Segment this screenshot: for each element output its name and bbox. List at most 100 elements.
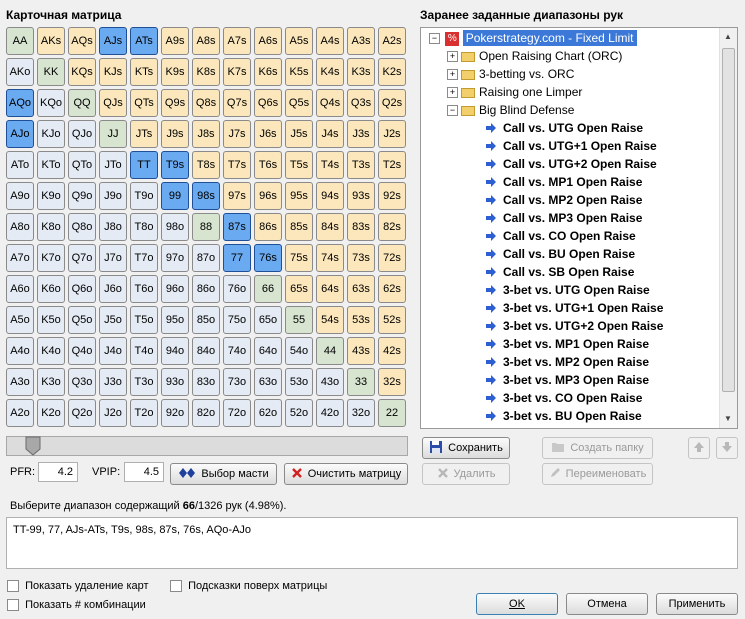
matrix-cell-64s[interactable]: 64s xyxy=(316,275,344,303)
matrix-cell-99[interactable]: 99 xyxy=(161,182,189,210)
matrix-cell-T3s[interactable]: T3s xyxy=(347,151,375,179)
slider-thumb[interactable] xyxy=(24,436,42,456)
matrix-cell-K5s[interactable]: K5s xyxy=(285,58,313,86)
move-up-button[interactable] xyxy=(688,437,710,459)
matrix-cell-A5s[interactable]: A5s xyxy=(285,27,313,55)
matrix-cell-87o[interactable]: 87o xyxy=(192,244,220,272)
tree-range-item[interactable]: Call vs. UTG+1 Open Raise xyxy=(485,137,657,155)
matrix-cell-K7o[interactable]: K7o xyxy=(37,244,65,272)
matrix-cell-Q4s[interactable]: Q4s xyxy=(316,89,344,117)
matrix-cell-43o[interactable]: 43o xyxy=(316,368,344,396)
matrix-cell-87s[interactable]: 87s xyxy=(223,213,251,241)
tree-range-item[interactable]: Call vs. UTG Open Raise xyxy=(485,119,643,137)
tree-range-item[interactable]: 3-bet vs. UTG+1 Open Raise xyxy=(485,299,663,317)
hints-checkbox-row[interactable]: Подсказки поверх матрицы xyxy=(170,580,327,593)
matrix-cell-96o[interactable]: 96o xyxy=(161,275,189,303)
matrix-cell-J9o[interactable]: J9o xyxy=(99,182,127,210)
tree-range-item[interactable]: 3-bet vs. UTG+2 Open Raise xyxy=(485,317,663,335)
matrix-cell-96s[interactable]: 96s xyxy=(254,182,282,210)
matrix-cell-98o[interactable]: 98o xyxy=(161,213,189,241)
matrix-cell-J2s[interactable]: J2s xyxy=(378,120,406,148)
matrix-cell-QTs[interactable]: QTs xyxy=(130,89,158,117)
matrix-cell-52s[interactable]: 52s xyxy=(378,306,406,334)
range-slider[interactable] xyxy=(6,436,408,456)
matrix-cell-K9o[interactable]: K9o xyxy=(37,182,65,210)
matrix-cell-K8o[interactable]: K8o xyxy=(37,213,65,241)
tree-range-item[interactable]: Call vs. UTG+2 Open Raise xyxy=(485,155,657,173)
matrix-cell-KTs[interactable]: KTs xyxy=(130,58,158,86)
matrix-cell-A4o[interactable]: A4o xyxy=(6,337,34,365)
tree-range-item[interactable]: 3-bet vs. MP3 Open Raise xyxy=(485,371,649,389)
matrix-cell-33[interactable]: 33 xyxy=(347,368,375,396)
matrix-cell-75o[interactable]: 75o xyxy=(223,306,251,334)
matrix-cell-KQo[interactable]: KQo xyxy=(37,89,65,117)
matrix-cell-J9s[interactable]: J9s xyxy=(161,120,189,148)
matrix-cell-32o[interactable]: 32o xyxy=(347,399,375,427)
matrix-cell-Q9s[interactable]: Q9s xyxy=(161,89,189,117)
tree-range-item[interactable]: 3-bet vs. CO Open Raise xyxy=(485,389,642,407)
matrix-cell-54s[interactable]: 54s xyxy=(316,306,344,334)
matrix-cell-65s[interactable]: 65s xyxy=(285,275,313,303)
matrix-cell-Q7s[interactable]: Q7s xyxy=(223,89,251,117)
matrix-cell-K8s[interactable]: K8s xyxy=(192,58,220,86)
matrix-cell-T9o[interactable]: T9o xyxy=(130,182,158,210)
matrix-cell-85o[interactable]: 85o xyxy=(192,306,220,334)
tree-folder[interactable]: + Open Raising Chart (ORC) xyxy=(447,47,622,65)
matrix-cell-Q2s[interactable]: Q2s xyxy=(378,89,406,117)
matrix-cell-Q4o[interactable]: Q4o xyxy=(68,337,96,365)
matrix-cell-95o[interactable]: 95o xyxy=(161,306,189,334)
expand-icon[interactable]: + xyxy=(447,69,458,81)
collapse-icon[interactable]: − xyxy=(447,105,458,117)
matrix-cell-JTo[interactable]: JTo xyxy=(99,151,127,179)
matrix-cell-54o[interactable]: 54o xyxy=(285,337,313,365)
matrix-cell-Q6s[interactable]: Q6s xyxy=(254,89,282,117)
matrix-cell-T9s[interactable]: T9s xyxy=(161,151,189,179)
matrix-cell-K6o[interactable]: K6o xyxy=(37,275,65,303)
matrix-cell-T2s[interactable]: T2s xyxy=(378,151,406,179)
show-removal-checkbox[interactable] xyxy=(7,580,19,593)
matrix-cell-T4s[interactable]: T4s xyxy=(316,151,344,179)
matrix-cell-42o[interactable]: 42o xyxy=(316,399,344,427)
tree-folder[interactable]: − Big Blind Defense xyxy=(447,101,574,119)
matrix-cell-A3s[interactable]: A3s xyxy=(347,27,375,55)
matrix-cell-T3o[interactable]: T3o xyxy=(130,368,158,396)
pfr-input[interactable]: 4.2 xyxy=(38,462,78,482)
apply-button[interactable]: Применить xyxy=(656,593,738,615)
matrix-cell-A3o[interactable]: A3o xyxy=(6,368,34,396)
matrix-cell-73o[interactable]: 73o xyxy=(223,368,251,396)
matrix-cell-K5o[interactable]: K5o xyxy=(37,306,65,334)
tree-range-item[interactable]: 3-bet vs. MP1 Open Raise xyxy=(485,335,649,353)
matrix-cell-Q8o[interactable]: Q8o xyxy=(68,213,96,241)
matrix-cell-KJo[interactable]: KJo xyxy=(37,120,65,148)
matrix-cell-A9s[interactable]: A9s xyxy=(161,27,189,55)
matrix-cell-QTo[interactable]: QTo xyxy=(68,151,96,179)
matrix-cell-TT[interactable]: TT xyxy=(130,151,158,179)
matrix-cell-53o[interactable]: 53o xyxy=(285,368,313,396)
tree-range-item[interactable]: 3-bet vs. UTG Open Raise xyxy=(485,281,650,299)
ok-button[interactable]: OK xyxy=(476,593,558,615)
matrix-cell-98s[interactable]: 98s xyxy=(192,182,220,210)
matrix-cell-K9s[interactable]: K9s xyxy=(161,58,189,86)
matrix-cell-T8s[interactable]: T8s xyxy=(192,151,220,179)
matrix-cell-66[interactable]: 66 xyxy=(254,275,282,303)
matrix-cell-84s[interactable]: 84s xyxy=(316,213,344,241)
matrix-cell-A8o[interactable]: A8o xyxy=(6,213,34,241)
matrix-cell-J6o[interactable]: J6o xyxy=(99,275,127,303)
matrix-cell-A2s[interactable]: A2s xyxy=(378,27,406,55)
matrix-cell-97s[interactable]: 97s xyxy=(223,182,251,210)
tree-range-item[interactable]: Call vs. BU Open Raise xyxy=(485,245,635,263)
matrix-cell-52o[interactable]: 52o xyxy=(285,399,313,427)
matrix-cell-93o[interactable]: 93o xyxy=(161,368,189,396)
matrix-cell-J4s[interactable]: J4s xyxy=(316,120,344,148)
matrix-cell-A4s[interactable]: A4s xyxy=(316,27,344,55)
matrix-cell-T6s[interactable]: T6s xyxy=(254,151,282,179)
matrix-cell-AKs[interactable]: AKs xyxy=(37,27,65,55)
matrix-cell-75s[interactable]: 75s xyxy=(285,244,313,272)
matrix-cell-J5o[interactable]: J5o xyxy=(99,306,127,334)
matrix-cell-82o[interactable]: 82o xyxy=(192,399,220,427)
matrix-cell-ATs[interactable]: ATs xyxy=(130,27,158,55)
matrix-cell-T7o[interactable]: T7o xyxy=(130,244,158,272)
matrix-cell-J5s[interactable]: J5s xyxy=(285,120,313,148)
matrix-cell-K2s[interactable]: K2s xyxy=(378,58,406,86)
matrix-cell-A6s[interactable]: A6s xyxy=(254,27,282,55)
